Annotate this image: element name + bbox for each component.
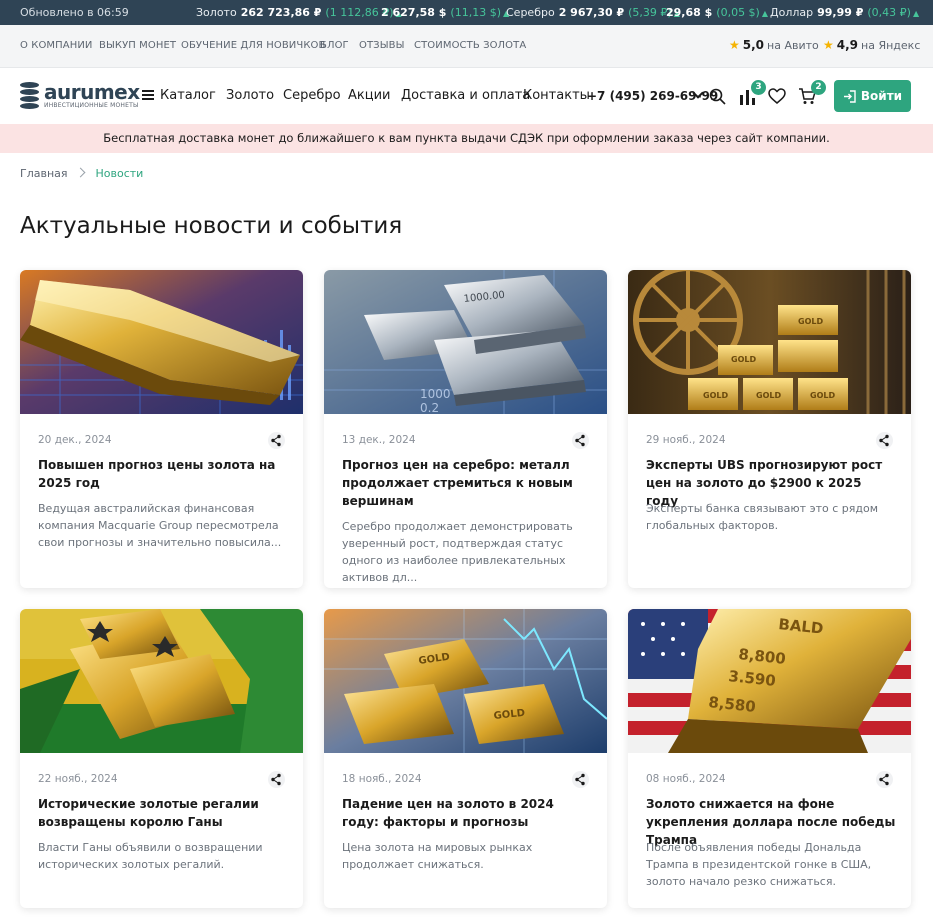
toplink-gold-price[interactable]: СТОИМОСТЬ ЗОЛОТА (414, 40, 526, 51)
news-date: 13 дек., 2024 (342, 434, 416, 446)
menu-icon (142, 90, 154, 100)
news-title[interactable]: Повышен прогноз цены золота на 2025 год (38, 456, 288, 492)
breadcrumb-home[interactable]: Главная (20, 167, 68, 180)
site-logo[interactable]: aurumex ИНВЕСТИЦИОННЫЕ МОНЕТЫ (20, 80, 140, 111)
news-title[interactable]: Падение цен на золото в 2024 году: факто… (342, 795, 592, 831)
nav-stocks[interactable]: Акции (348, 88, 391, 103)
news-description: Серебро продолжает демонстрировать увере… (342, 520, 573, 584)
news-description: После объявления победы Дональда Трампа … (646, 841, 872, 888)
news-description: Ведущая австралийская финансовая компани… (38, 502, 282, 549)
news-image-gold-bars-in-vault[interactable]: GOLD GOLD GOLD GOLD GOLD (628, 270, 911, 414)
up-arrow-icon: ▲ (761, 9, 769, 18)
main-header: aurumex ИНВЕСТИЦИОННЫЕ МОНЕТЫ Каталог Зо… (0, 68, 933, 124)
cart-count-badge: 2 (811, 80, 826, 95)
news-date: 20 дек., 2024 (38, 434, 112, 446)
heart-icon[interactable] (768, 88, 786, 104)
share-icon (575, 773, 585, 786)
news-title[interactable]: Прогноз цен на серебро: металл продолжае… (342, 456, 592, 510)
search-icon[interactable] (709, 88, 726, 105)
news-date: 08 нояб., 2024 (646, 773, 726, 785)
share-icon (879, 773, 889, 786)
nav-gold[interactable]: Золото (226, 88, 274, 103)
news-image-gold-bars-us-flag[interactable]: BALD 8,800 3.590 8,580 (628, 609, 911, 753)
share-button[interactable] (572, 432, 589, 449)
breadcrumb: Главная Новости (20, 167, 143, 180)
share-icon (879, 434, 889, 447)
share-button[interactable] (572, 771, 589, 788)
news-title[interactable]: Исторические золотые регалии возвращены … (38, 795, 288, 831)
svg-text:GOLD: GOLD (798, 317, 823, 326)
coin-stack-icon (20, 82, 39, 109)
promo-banner: Бесплатная доставка монет до ближайшего … (0, 124, 933, 153)
news-date: 29 нояб., 2024 (646, 434, 726, 446)
news-card[interactable]: 22 нояб., 2024 Исторические золотые рега… (20, 609, 303, 908)
toplink-buyback[interactable]: ВЫКУП МОНЕТ (99, 40, 176, 51)
news-image-gold-bars-ghana-flag[interactable] (20, 609, 303, 753)
ticker-item-usd-rub: Доллар 99,99 ₽ (0,43 ₽) ▲ (770, 6, 920, 19)
news-description: Эксперты банка связывают это с рядом гло… (646, 502, 879, 532)
rating-avito[interactable]: ★ 5,0 на Авито (729, 38, 819, 52)
ticker-item-gold-usd: 2 627,58 $ (11,13 $) ▲ (381, 6, 510, 19)
top-links-bar: О КОМПАНИИ ВЫКУП МОНЕТ ОБУЧЕНИЕ ДЛЯ НОВИ… (0, 25, 933, 68)
up-arrow-icon: ▲ (912, 9, 920, 18)
news-description: Власти Ганы объявили о возвращении истор… (38, 841, 263, 871)
news-date: 18 нояб., 2024 (342, 773, 422, 785)
login-icon (843, 89, 856, 103)
news-card[interactable]: 20 дек., 2024 Повышен прогноз цены золот… (20, 270, 303, 588)
share-button[interactable] (876, 771, 893, 788)
toplink-learning[interactable]: ОБУЧЕНИЕ ДЛЯ НОВИЧКОВ (181, 40, 325, 51)
news-image-silver-bars-on-chart[interactable]: 1000 0.2 1000.00 (324, 270, 607, 414)
star-icon: ★ (823, 38, 834, 52)
news-image-gold-bars-falling-chart[interactable]: GOLD GOLD (324, 609, 607, 753)
share-icon (271, 773, 281, 786)
news-image-gold-bar-on-chart[interactable] (20, 270, 303, 414)
svg-text:GOLD: GOLD (756, 391, 781, 400)
catalog-button[interactable]: Каталог (142, 88, 216, 103)
compare-count-badge: 3 (751, 80, 766, 95)
page-title: Актуальные новости и события (20, 213, 403, 239)
news-card[interactable]: BALD 8,800 3.590 8,580 08 нояб., 2024 Золот… (628, 609, 911, 908)
news-card[interactable]: 1000 0.2 1000.00 13 дек., 2024 Прогноз це… (324, 270, 607, 588)
login-button[interactable]: Войти (834, 80, 911, 112)
news-date: 22 нояб., 2024 (38, 773, 118, 785)
star-icon: ★ (729, 38, 740, 52)
svg-text:0.2: 0.2 (420, 401, 439, 414)
svg-text:GOLD: GOLD (810, 391, 835, 400)
svg-text:GOLD: GOLD (731, 355, 756, 364)
nav-silver[interactable]: Серебро (283, 88, 341, 103)
toplink-blog[interactable]: БЛОГ (320, 40, 349, 51)
news-card[interactable]: GOLD GOLD 18 нояб., 2024 Падение цен на з… (324, 609, 607, 908)
share-button[interactable] (268, 432, 285, 449)
price-ticker: Обновлено в 06:59 Золото 262 723,86 ₽ (1 1… (0, 0, 933, 25)
nav-delivery[interactable]: Доставка и оплата (401, 88, 530, 103)
news-card[interactable]: GOLD GOLD GOLD GOLD GOLD 29 нояб., 2024 Эксп… (628, 270, 911, 588)
news-description: Цена золота на мировых рынках продолжает… (342, 841, 533, 871)
toplink-about[interactable]: О КОМПАНИИ (20, 40, 93, 51)
ticker-item-silver-rub: Серебро 2 967,30 ₽ (5,39 ₽) ▲ (506, 6, 680, 19)
toplink-reviews[interactable]: ОТЗЫВЫ (359, 40, 405, 51)
share-icon (575, 434, 585, 447)
svg-text:GOLD: GOLD (703, 391, 728, 400)
rating-yandex[interactable]: ★ 4,9 на Яндекс (823, 38, 920, 52)
svg-text:1000: 1000 (420, 387, 451, 401)
ticker-updated: Обновлено в 06:59 (20, 6, 129, 19)
ticker-item-gold-rub: Золото 262 723,86 ₽ (1 112,86 ₽) ▲ (196, 6, 402, 19)
ticker-item-silver-usd: 29,68 $ (0,05 $) ▲ (666, 6, 769, 19)
breadcrumb-current: Новости (95, 167, 144, 180)
chevron-right-icon (75, 167, 85, 178)
share-button[interactable] (268, 771, 285, 788)
nav-contacts[interactable]: Контакты (523, 88, 590, 103)
share-icon (271, 434, 281, 447)
share-button[interactable] (876, 432, 893, 449)
